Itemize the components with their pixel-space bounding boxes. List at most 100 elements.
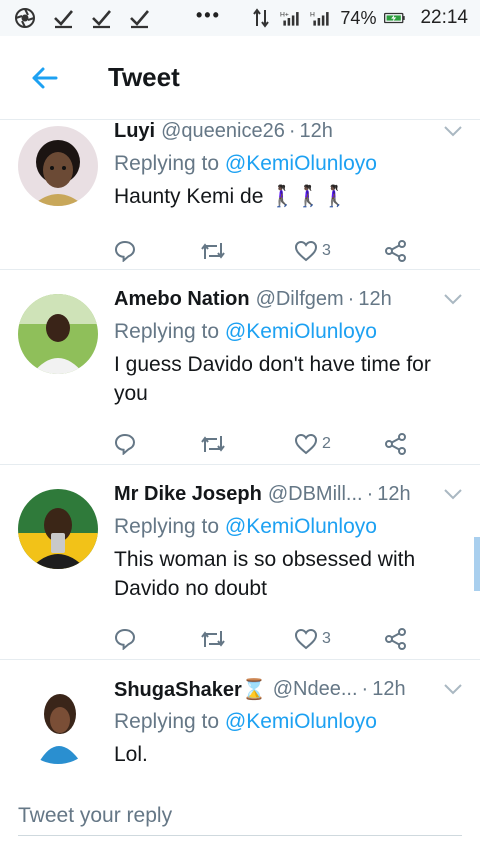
reply-input[interactable] — [18, 796, 462, 836]
tweet-menu-button[interactable] — [440, 481, 466, 507]
tweet-text: I guess Davido don't have time for you — [114, 353, 431, 405]
reply-icon — [114, 628, 136, 650]
page-title: Tweet — [108, 62, 180, 92]
status-bar-system: H+ H 74% 22:14 — [250, 7, 468, 29]
like-button[interactable]: 3 — [294, 240, 384, 262]
share-icon — [385, 628, 406, 650]
chevron-down-icon — [444, 489, 462, 500]
reply-composer — [0, 780, 480, 854]
status-bar-notifications: ••• — [14, 4, 221, 29]
svg-text:H+: H+ — [280, 11, 289, 18]
retweet-icon — [201, 631, 225, 647]
signal-icon: H+ — [280, 7, 302, 29]
avatar[interactable] — [18, 126, 98, 206]
replying-to: Replying to @KemiOlunloyo — [114, 318, 466, 346]
timestamp: 12h — [372, 677, 406, 700]
replying-to: Replying to @KemiOlunloyo — [114, 150, 466, 178]
signal-icon: H — [310, 7, 332, 29]
tweet-meta: Amebo Nation @Dilfgem · 12h — [114, 284, 466, 314]
reply-icon — [114, 433, 136, 455]
data-arrows-icon — [250, 7, 272, 29]
tweet-body: Mr Dike Joseph @DBMill... · 12h Replying… — [114, 479, 466, 659]
like-count: 3 — [322, 242, 331, 259]
separator: · — [288, 120, 296, 142]
reply-icon — [114, 240, 136, 262]
tweet-meta: Luyi @queenice26 · 12h — [114, 120, 466, 146]
share-icon — [385, 433, 406, 455]
separator: · — [366, 482, 374, 505]
more-notifications: ••• — [196, 4, 221, 25]
mention-link[interactable]: @KemiOlunloyo — [225, 710, 377, 733]
mention-link[interactable]: @KemiOlunloyo — [225, 320, 377, 343]
mention-link[interactable]: @KemiOlunloyo — [225, 152, 377, 175]
reply-tweet[interactable]: ShugaShaker⌛ @Ndee... · 12h Replying to … — [0, 660, 480, 780]
tweet-body: Luyi @queenice26 · 12h Replying to @Kemi… — [114, 120, 466, 269]
arrow-left-icon — [32, 67, 58, 88]
like-button[interactable]: 2 — [294, 433, 384, 455]
chevron-down-icon — [444, 126, 462, 137]
retweet-icon — [201, 436, 225, 452]
tweet-menu-button[interactable] — [440, 286, 466, 312]
back-button[interactable] — [22, 56, 66, 100]
chevron-down-icon — [444, 294, 462, 305]
avatar[interactable] — [18, 294, 98, 374]
status-bar: ••• H+ H 74% 22:14 — [0, 0, 480, 36]
reply-button[interactable] — [114, 433, 200, 455]
reply-tweet[interactable]: Luyi @queenice26 · 12h Replying to @Kemi… — [0, 120, 480, 270]
share-button[interactable] — [384, 433, 424, 455]
share-icon — [385, 240, 406, 262]
heart-icon — [294, 628, 318, 650]
tweet-text: Lol. — [114, 743, 148, 766]
aperture-icon — [14, 7, 36, 29]
replies-feed[interactable]: Luyi @queenice26 · 12h Replying to @Kemi… — [0, 120, 480, 780]
tweet-meta: Mr Dike Joseph @DBMill... · 12h — [114, 479, 466, 509]
tweet-meta: ShugaShaker⌛ @Ndee... · 12h — [114, 674, 466, 704]
tweet-menu-button[interactable] — [440, 676, 466, 702]
display-name[interactable]: Mr Dike Joseph — [114, 483, 262, 506]
battery-charging-icon — [384, 7, 406, 29]
handle[interactable]: @queenice26 — [161, 120, 285, 143]
timestamp: 12h — [377, 482, 411, 505]
share-button[interactable] — [384, 240, 424, 262]
retweet-icon — [201, 243, 225, 259]
replying-prefix: Replying to — [114, 515, 220, 538]
tweet-text: This woman is so obsessed with Davido no… — [114, 548, 416, 600]
chevron-down-icon — [444, 684, 462, 695]
separator: · — [347, 287, 355, 310]
reply-tweet[interactable]: Mr Dike Joseph @DBMill... · 12h Replying… — [0, 465, 480, 660]
tweet-menu-button[interactable] — [440, 120, 466, 144]
retweet-button[interactable] — [200, 240, 294, 262]
clock: 22:14 — [420, 7, 468, 28]
replying-to: Replying to @KemiOlunloyo — [114, 513, 466, 541]
share-button[interactable] — [384, 628, 424, 650]
retweet-button[interactable] — [200, 628, 294, 650]
replying-prefix: Replying to — [114, 152, 220, 175]
scrollbar-thumb[interactable] — [474, 537, 480, 591]
like-button[interactable]: 3 — [294, 628, 384, 650]
check-icon — [128, 7, 150, 29]
svg-text:H: H — [310, 11, 315, 18]
replying-prefix: Replying to — [114, 320, 220, 343]
like-count: 3 — [322, 630, 331, 647]
handle[interactable]: @Ndee... — [273, 678, 358, 701]
replying-to: Replying to @KemiOlunloyo — [114, 708, 466, 736]
reply-tweet[interactable]: Amebo Nation @Dilfgem · 12h Replying to … — [0, 270, 480, 465]
app-header: Tweet — [0, 36, 480, 120]
display-name[interactable]: Luyi — [114, 120, 155, 143]
avatar[interactable] — [18, 684, 98, 764]
retweet-button[interactable] — [200, 433, 294, 455]
timestamp: 12h — [299, 120, 333, 142]
mention-link[interactable]: @KemiOlunloyo — [225, 515, 377, 538]
display-name[interactable]: ShugaShaker⌛ — [114, 677, 267, 702]
avatar[interactable] — [18, 489, 98, 569]
like-count: 2 — [322, 435, 331, 452]
display-name[interactable]: Amebo Nation — [114, 288, 250, 311]
handle[interactable]: @Dilfgem — [256, 288, 344, 311]
check-icon — [90, 7, 112, 29]
handle[interactable]: @DBMill... — [268, 483, 363, 506]
heart-icon — [294, 240, 318, 262]
reply-button[interactable] — [114, 240, 200, 262]
tweet-body: Amebo Nation @Dilfgem · 12h Replying to … — [114, 284, 466, 464]
heart-icon — [294, 433, 318, 455]
reply-button[interactable] — [114, 628, 200, 650]
